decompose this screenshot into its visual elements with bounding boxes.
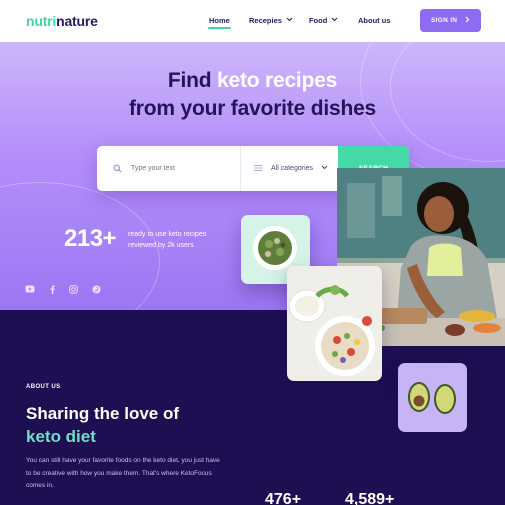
chevron-down-icon <box>286 17 293 24</box>
pinterest-icon[interactable] <box>90 283 102 295</box>
recipes-count: 213+ <box>64 225 117 253</box>
avocado-card[interactable] <box>398 363 467 432</box>
recipes-count-plus: + <box>102 225 117 252</box>
instagram-icon[interactable] <box>67 283 79 295</box>
hero-title-highlight: keto recipes <box>216 69 338 92</box>
sign-in-button[interactable]: SIGN IN <box>420 9 481 32</box>
brand-logo[interactable]: nutrinature <box>26 13 98 29</box>
stat-number: 476+ <box>265 491 302 505</box>
logo-part-nutri: nutri <box>26 13 57 29</box>
top-navbar: nutrinature Home Recepies Food About us … <box>0 0 505 42</box>
nav-home-label: Home <box>209 16 230 25</box>
about-title: Sharing the love of keto diet <box>26 402 179 448</box>
stat-number: 4,589+ <box>345 491 395 505</box>
facebook-icon[interactable] <box>46 283 58 295</box>
nav-food[interactable]: Food <box>309 16 338 25</box>
salad-bowl-card[interactable] <box>287 266 382 381</box>
logo-part-nature: nature <box>56 13 98 29</box>
category-label: All categories <box>271 165 314 172</box>
about-description: You can still have your favorite foods o… <box>26 457 220 489</box>
chevron-down-icon <box>331 17 338 24</box>
search-input[interactable] <box>131 165 231 172</box>
hero-title-line2: from your favorite dishes <box>128 97 377 120</box>
search-icon <box>113 160 122 178</box>
about-title-line1: Sharing the love of <box>26 404 180 423</box>
caption-line2: reviewed by 2k users <box>128 242 194 249</box>
youtube-icon[interactable] <box>24 283 36 295</box>
recipes-count-number: 213 <box>64 225 103 252</box>
search-field[interactable] <box>97 146 241 191</box>
chevron-right-icon <box>465 16 470 25</box>
nav-recepies-label: Recepies <box>249 16 282 25</box>
hero-title-line1: Find keto recipes <box>0 69 505 93</box>
nav-about-us[interactable]: About us <box>358 16 391 25</box>
list-icon <box>253 164 263 174</box>
nav-food-label: Food <box>309 16 328 25</box>
caption-line1: ready to use keto recipes <box>128 231 207 238</box>
nav-about-label: About us <box>358 16 391 25</box>
about-section-label: ABOUT US <box>26 384 61 390</box>
sign-in-label: SIGN IN <box>431 17 458 24</box>
chevron-down-icon <box>321 165 328 172</box>
recipes-count-caption: ready to use keto recipes reviewed by 2k… <box>128 229 228 251</box>
category-dropdown[interactable]: All categories <box>241 146 338 191</box>
nav-home[interactable]: Home <box>208 16 231 29</box>
nav-recepies[interactable]: Recepies <box>249 16 293 25</box>
hero-title-text: Find <box>167 69 217 92</box>
about-title-line2: keto diet <box>26 427 96 446</box>
